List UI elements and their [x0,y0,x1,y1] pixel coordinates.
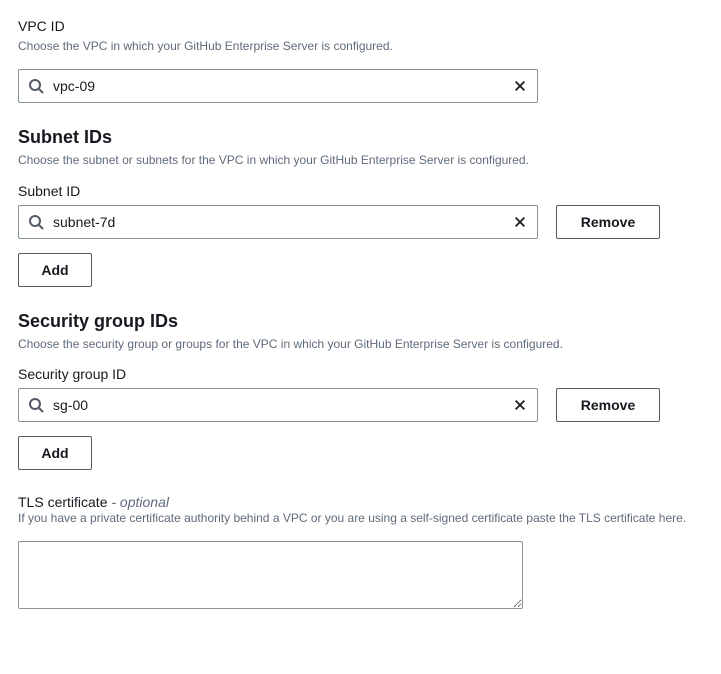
tls-description: If you have a private certificate author… [18,510,703,527]
add-subnet-button[interactable]: Add [18,253,92,287]
subnet-id-label: Subnet ID [18,183,703,199]
vpc-id-input-wrapper [18,69,538,103]
subnet-title: Subnet IDs [18,127,703,148]
add-security-group-button[interactable]: Add [18,436,92,470]
security-group-id-input-wrapper [18,388,538,422]
clear-icon[interactable] [510,76,530,96]
subnet-id-input[interactable] [18,205,538,239]
subnet-row: Remove [18,205,703,239]
vpc-id-input[interactable] [18,69,538,103]
vpc-id-label: VPC ID [18,18,703,34]
vpc-section: VPC ID Choose the VPC in which your GitH… [18,18,703,103]
clear-icon[interactable] [510,212,530,232]
subnet-section: Subnet IDs Choose the subnet or subnets … [18,127,703,287]
subnet-description: Choose the subnet or subnets for the VPC… [18,152,703,169]
remove-security-group-button[interactable]: Remove [556,388,660,422]
security-group-id-input[interactable] [18,388,538,422]
clear-icon[interactable] [510,395,530,415]
security-group-row: Remove [18,388,703,422]
tls-label-text: TLS certificate [18,494,107,510]
security-group-section: Security group IDs Choose the security g… [18,311,703,471]
vpc-id-description: Choose the VPC in which your GitHub Ente… [18,38,703,55]
security-group-description: Choose the security group or groups for … [18,336,703,353]
security-group-id-label: Security group ID [18,366,703,382]
tls-textarea[interactable] [18,541,523,609]
tls-optional-suffix: - optional [107,494,168,510]
tls-section: TLS certificate - optional If you have a… [18,494,703,612]
tls-label: TLS certificate - optional [18,494,703,510]
security-group-title: Security group IDs [18,311,703,332]
remove-subnet-button[interactable]: Remove [556,205,660,239]
subnet-id-input-wrapper [18,205,538,239]
